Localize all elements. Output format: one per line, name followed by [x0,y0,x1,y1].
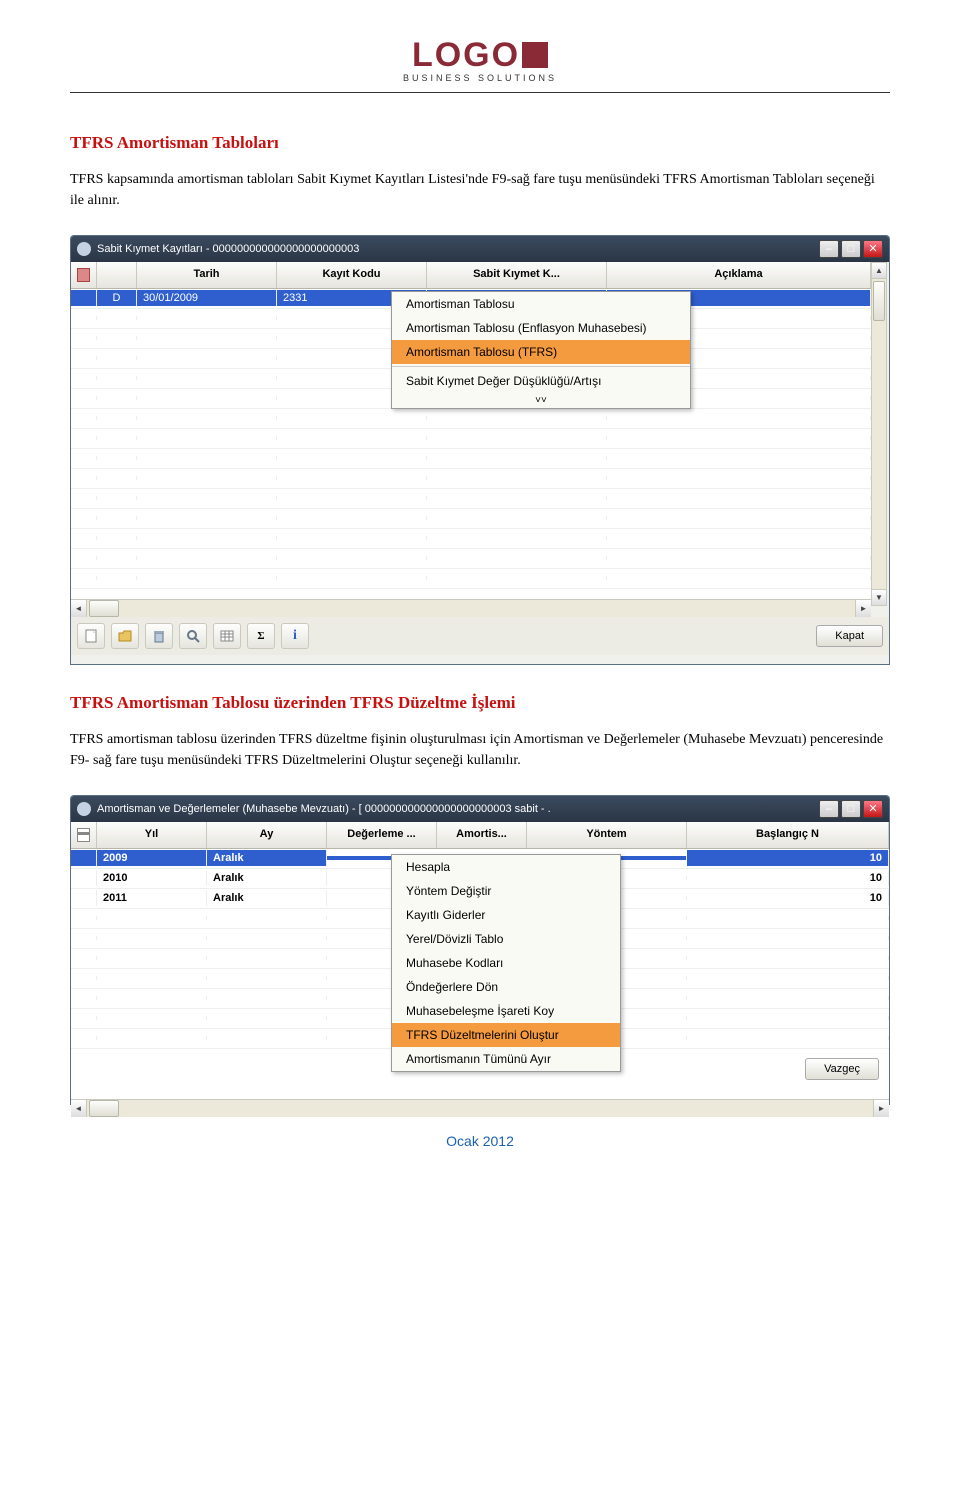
app-icon [77,802,91,816]
cell-bas: 10 [687,850,889,866]
section2-paragraph: TFRS amortisman tablosu üzerinden TFRS d… [70,729,890,771]
close-button[interactable]: ✕ [863,240,883,258]
scroll-left[interactable]: ◄ [71,600,87,617]
logo-text: LOGO [403,40,557,71]
col-yil[interactable]: Yıl [97,822,207,848]
minimize-button[interactable]: – [819,800,839,818]
col-icon[interactable] [71,822,97,848]
cm-item-muhasebelestirme-isareti[interactable]: Muhasebeleşme İşareti Koy [392,999,620,1023]
cell-bas: 10 [687,870,889,886]
col-icon[interactable] [71,262,97,288]
cm-item-amortisman-tumunu-ayir[interactable]: Amortismanın Tümünü Ayır [392,1047,620,1071]
footer-date: Ocak 2012 [70,1133,890,1149]
minimize-button[interactable]: – [819,240,839,258]
scroll-left[interactable]: ◄ [71,1100,87,1117]
section1-title: TFRS Amortisman Tabloları [70,133,890,153]
grid-header: Tarih Kayıt Kodu Sabit Kıymet K... Açıkl… [71,262,871,289]
logo: LOGO BUSINESS SOLUTIONS [403,40,557,83]
context-menu[interactable]: Amortisman Tablosu Amortisman Tablosu (E… [391,291,691,409]
h-scrollbar[interactable]: ◄ ► [71,599,871,617]
info-button[interactable]: i [281,623,309,649]
close-button[interactable]: ✕ [863,800,883,818]
col-baslangic[interactable]: Başlangıç N [687,822,889,848]
col-aciklama[interactable]: Açıklama [607,262,871,288]
new-button[interactable] [77,623,105,649]
logo-block: LOGO BUSINESS SOLUTIONS [70,40,890,84]
bottom-toolbar: Σ i Kapat [71,617,889,655]
cm-item-muhasebe-kodlari[interactable]: Muhasebe Kodları [392,951,620,975]
window-title: Amortisman ve Değerlemeler (Muhasebe Mev… [97,803,813,815]
vazgec-button[interactable]: Vazgeç [805,1058,879,1080]
open-button[interactable] [111,623,139,649]
info-icon: i [293,628,297,644]
cm-item-hesapla[interactable]: Hesapla [392,855,620,879]
section1-paragraph: TFRS kapsamında amortisman tabloları Sab… [70,169,890,211]
delete-button[interactable] [145,623,173,649]
scroll-down[interactable]: ▼ [872,589,886,605]
cm-item-yerel-dovizli[interactable]: Yerel/Dövizli Tablo [392,927,620,951]
cell-yil: 2009 [97,850,207,866]
table-icon [77,828,90,842]
scroll-up[interactable]: ▲ [872,263,886,279]
cm-separator [392,366,690,367]
cell-tarih: 30/01/2009 [137,290,277,306]
sigma-icon: Σ [257,630,264,642]
scroll-right[interactable]: ► [855,600,871,617]
window-title: Sabit Kıymet Kayıtları - 000000000000000… [97,243,813,255]
grid-header: Yıl Ay Değerleme ... Amortis... Yöntem B… [71,822,889,849]
sum-button[interactable]: Σ [247,623,275,649]
v-scrollbar[interactable]: ▲ ▼ [871,262,887,606]
cell-bas: 10 [687,890,889,906]
col-sabitkiymet[interactable]: Sabit Kıymet K... [427,262,607,288]
col-ay[interactable]: Ay [207,822,327,848]
cm-item-amortisman-tablosu[interactable]: Amortisman Tablosu [392,292,690,316]
cm-item-kayitli-giderler[interactable]: Kayıtlı Giderler [392,903,620,927]
cell-ay: Aralık [207,870,327,886]
cell-ay: Aralık [207,850,327,866]
close-panel-button[interactable]: Kapat [816,625,883,647]
table-button[interactable] [213,623,241,649]
cell-yil: 2011 [97,890,207,906]
logo-subtitle: BUSINESS SOLUTIONS [403,73,557,83]
window-sabit-kiymet: Sabit Kıymet Kayıtları - 000000000000000… [70,235,890,665]
titlebar[interactable]: Sabit Kıymet Kayıtları - 000000000000000… [71,236,889,262]
cm-item-yontem-degistir[interactable]: Yöntem Değiştir [392,879,620,903]
col-yontem[interactable]: Yöntem [527,822,687,848]
cm-item-tfrs[interactable]: Amortisman Tablosu (TFRS) [392,340,690,364]
cell-flag: D [97,290,137,306]
h-scrollbar[interactable]: ◄ ► [71,1099,889,1117]
col-kayitkodu[interactable]: Kayıt Kodu [277,262,427,288]
cm-item-tfrs-duzeltme[interactable]: TFRS Düzeltmelerini Oluştur [392,1023,620,1047]
titlebar[interactable]: Amortisman ve Değerlemeler (Muhasebe Mev… [71,796,889,822]
cell-ay: Aralık [207,890,327,906]
context-menu[interactable]: Hesapla Yöntem Değiştir Kayıtlı Giderler… [391,854,621,1072]
scroll-thumb-h[interactable] [89,600,119,617]
col-flag[interactable] [97,262,137,288]
search-button[interactable] [179,623,207,649]
scroll-thumb-v[interactable] [873,281,885,321]
cm-item-enflasyon[interactable]: Amortisman Tablosu (Enflasyon Muhasebesi… [392,316,690,340]
app-icon [77,242,91,256]
maximize-button[interactable]: □ [841,800,861,818]
cm-more[interactable]: ˅˅ [392,393,690,408]
col-tarih[interactable]: Tarih [137,262,277,288]
cell-yil: 2010 [97,870,207,886]
scroll-thumb-h[interactable] [89,1100,119,1117]
window-amortisman-degerlemeler: Amortisman ve Değerlemeler (Muhasebe Mev… [70,795,890,1105]
section2-title: TFRS Amortisman Tablosu üzerinden TFRS D… [70,693,890,713]
maximize-button[interactable]: □ [841,240,861,258]
target-icon [77,268,90,282]
col-amortis[interactable]: Amortis... [437,822,527,848]
cm-item-ondegerlere-don[interactable]: Öndeğerlere Dön [392,975,620,999]
divider [70,92,890,93]
col-degerleme[interactable]: Değerleme ... [327,822,437,848]
scroll-right[interactable]: ► [873,1100,889,1117]
cm-item-deger[interactable]: Sabit Kıymet Değer Düşüklüğü/Artışı [392,369,690,393]
